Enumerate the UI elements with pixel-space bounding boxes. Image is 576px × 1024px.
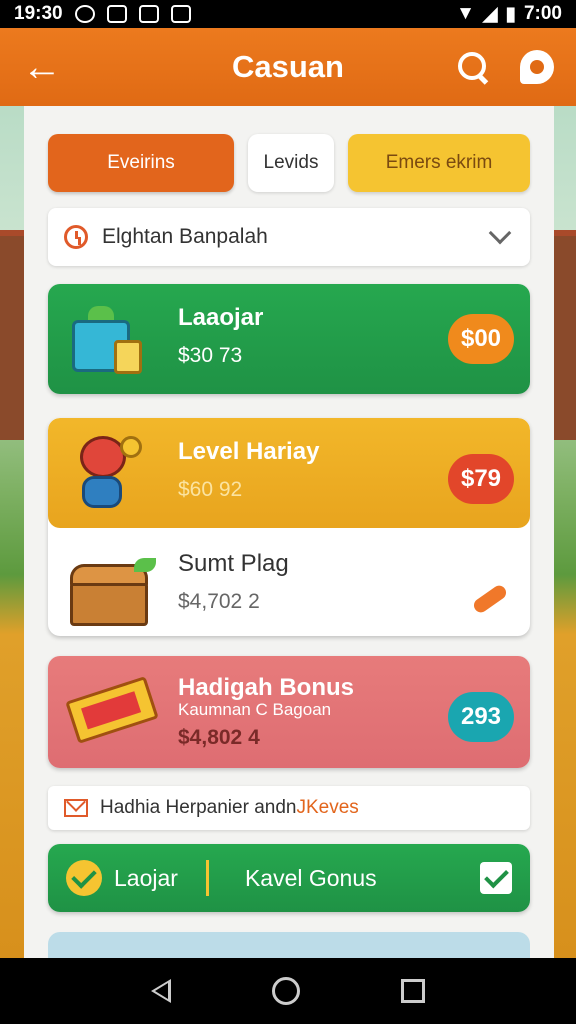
gift-box-icon bbox=[68, 304, 150, 374]
action-right-label[interactable]: Kavel Gonus bbox=[245, 865, 377, 892]
info-accent-text: JKeves bbox=[296, 797, 359, 818]
nav-recents-icon[interactable] bbox=[401, 979, 426, 1003]
info-text: Hadhia Herpanier andn bbox=[100, 797, 297, 818]
status-time-left: 19:30 bbox=[14, 3, 63, 24]
notification-icon bbox=[74, 5, 95, 23]
card-value: $4,702 2 bbox=[178, 590, 260, 613]
nav-home-icon[interactable] bbox=[271, 977, 300, 1005]
tab-levels[interactable]: Levids bbox=[248, 134, 334, 192]
filter-dropdown[interactable]: Elghtan Banpalah bbox=[48, 208, 530, 266]
system-nav-bar bbox=[0, 958, 576, 1024]
main-panel: Eveirins Levids Emers ekrim Elghtan Banp… bbox=[24, 106, 554, 972]
card-subtitle: Kaumnan C Bagoan bbox=[178, 700, 332, 719]
reward-card-level[interactable]: Level Hariay $60 92 $79 Sumt Plag $4,702… bbox=[48, 418, 530, 636]
card-title: Hadigah Bonus bbox=[178, 674, 355, 701]
checkbox-icon[interactable] bbox=[480, 862, 512, 894]
clock-icon bbox=[64, 225, 88, 249]
card-badge[interactable]: $79 bbox=[448, 454, 514, 504]
card-title: Sumt Plag bbox=[178, 550, 289, 577]
wifi-icon: ▼ bbox=[456, 3, 475, 24]
status-bar: 19:30 ▼ ◢ ▮ 7:00 bbox=[0, 0, 576, 28]
message-notification-icon bbox=[170, 5, 191, 23]
check-badge-icon bbox=[66, 860, 102, 896]
wrench-icon[interactable] bbox=[471, 582, 509, 616]
card-title: Level Hariay bbox=[178, 438, 320, 465]
image-notification-icon bbox=[138, 5, 159, 23]
level-card-header[interactable]: Level Hariay $60 92 $79 bbox=[48, 418, 530, 528]
card-value: $30 73 bbox=[178, 344, 243, 367]
action-divider bbox=[205, 860, 209, 896]
search-icon[interactable] bbox=[456, 50, 490, 84]
reward-card-laaojar[interactable]: Laaojar $30 73 $00 bbox=[48, 284, 530, 394]
card-title: Laaojar bbox=[178, 304, 264, 331]
card-badge[interactable]: 293 bbox=[448, 692, 514, 742]
app-bar: ← Casuan bbox=[0, 28, 576, 106]
ticket-icon bbox=[65, 674, 159, 754]
chat-icon[interactable] bbox=[520, 50, 554, 84]
status-time-right: 7:00 bbox=[523, 3, 562, 24]
card-value: $60 92 bbox=[178, 478, 243, 501]
bear-mascot-icon bbox=[68, 432, 148, 514]
back-arrow-icon[interactable]: ← bbox=[22, 47, 62, 87]
chevron-down-icon bbox=[488, 221, 512, 245]
house-left-decoration bbox=[0, 230, 26, 440]
card-badge[interactable]: $00 bbox=[448, 314, 514, 364]
tab-bar: Eveirins Levids Emers ekrim bbox=[48, 134, 530, 192]
signal-icon: ◢ bbox=[482, 3, 498, 25]
mail-icon bbox=[64, 799, 88, 817]
nav-back-icon[interactable] bbox=[150, 979, 171, 1003]
action-left-label[interactable]: Laojar bbox=[114, 865, 178, 892]
treasure-chest-icon bbox=[68, 558, 160, 628]
dropdown-label: Elghtan Banpalah bbox=[102, 225, 268, 248]
tab-events[interactable]: Eveirins bbox=[48, 134, 234, 192]
info-row[interactable]: Hadhia Herpanier andn JKeves bbox=[48, 786, 530, 830]
battery-icon: ▮ bbox=[505, 3, 516, 25]
action-bar[interactable]: Laojar Kavel Gonus bbox=[48, 844, 530, 912]
tab-extra[interactable]: Emers ekrim bbox=[348, 134, 530, 192]
app-notification-icon bbox=[106, 5, 127, 23]
bonus-card[interactable]: Hadigah Bonus Kaumnan C Bagoan $4,802 4 … bbox=[48, 656, 530, 768]
card-value: $4,802 4 bbox=[178, 726, 260, 749]
